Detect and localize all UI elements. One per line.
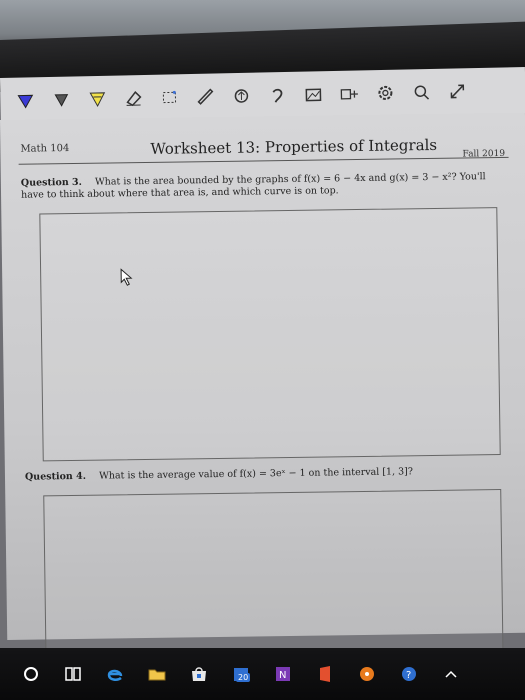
taskbar: 20 N ? [0,648,525,700]
office-icon[interactable] [314,663,336,685]
question-4-text: What is the average value of f(x) = 3eˣ … [98,466,414,482]
question-4-label: Question 4. [24,470,87,483]
answer-box-3[interactable] [39,207,501,462]
expand-icon[interactable] [446,80,468,102]
search-icon[interactable] [410,81,432,103]
lasso-select-icon[interactable] [158,86,180,108]
groove-music-icon[interactable] [356,663,378,685]
ruler-icon[interactable] [194,85,216,107]
header-divider [18,156,509,165]
pencil-icon[interactable] [50,88,72,110]
question-3-text: What is the area bounded by the graphs o… [20,171,486,201]
question-3-label: Question 3. [20,176,83,189]
file-explorer-icon[interactable] [146,663,168,685]
calendar-badge: 20 [236,673,251,682]
answer-box-4[interactable] [43,489,504,658]
touch-writing-icon[interactable] [230,85,252,107]
help-icon[interactable]: ? [398,663,420,685]
svg-text:?: ? [406,670,411,681]
eraser-icon[interactable] [122,87,144,109]
gear-icon[interactable] [374,82,396,104]
store-icon[interactable] [188,663,210,685]
question-3: Question 3. What is the area bounded by … [21,171,511,202]
calendar-icon[interactable]: 20 [230,663,252,685]
mouse-pointer-icon [120,268,133,286]
onenote-icon[interactable]: N [272,663,294,685]
highlighter-icon[interactable] [86,88,108,110]
task-view-icon[interactable] [62,663,84,685]
image-crop-icon[interactable] [302,83,324,105]
edge-browser-icon[interactable] [104,663,126,685]
cortana-search-icon[interactable] [20,663,42,685]
add-page-icon[interactable] [338,82,360,104]
page-title: Worksheet 13: Properties of Integrals [150,135,438,158]
ballpoint-pen-icon[interactable] [14,89,36,111]
course-label: Math 104 [20,143,70,155]
svg-text:N: N [279,670,286,681]
chevron-up-icon[interactable] [440,663,462,685]
undo-icon[interactable] [266,84,288,106]
question-4: Question 4. What is the average value of… [25,465,515,484]
worksheet-page: Math 104 Worksheet 13: Properties of Int… [0,112,525,658]
